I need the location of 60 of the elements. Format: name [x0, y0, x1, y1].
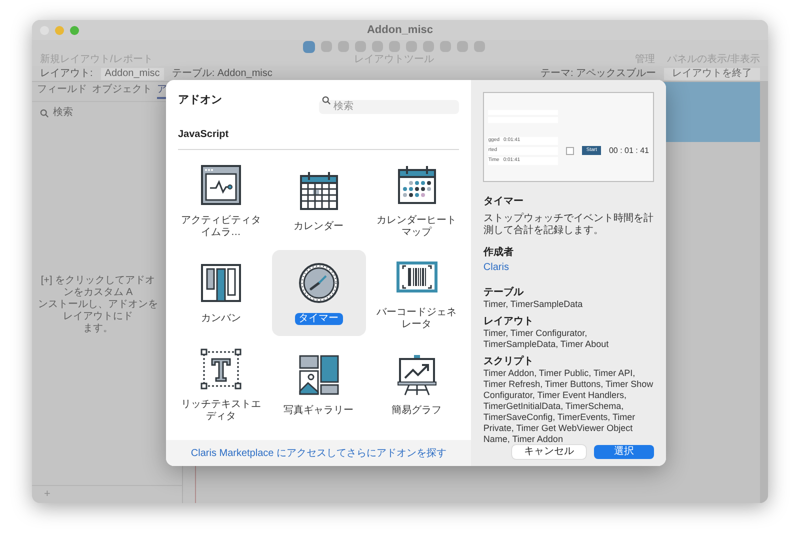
minimize-button[interactable]: [55, 26, 64, 34]
detail-heading: スクリプト: [483, 356, 534, 368]
tool-icon[interactable]: [406, 41, 417, 52]
activity-window-icon: [198, 162, 243, 206]
addon-label: カレンダーヒートマップ: [376, 214, 458, 238]
detail-text: Timer, Timer Configurator, TimerSampleData, Timer About: [483, 328, 610, 350]
addon-label: バーコードジェネレータ: [376, 306, 458, 330]
table-label: テーブル: Addon_misc: [172, 68, 272, 78]
theme-label: テーマ: アペックスブルー: [540, 68, 656, 78]
detail-heading: テーブル: [483, 287, 525, 299]
addon-label: リッチテキストエディタ: [180, 398, 262, 422]
sidebar-hint-text: ます。: [82, 322, 114, 334]
sidebar-tab[interactable]: フィールド: [37, 84, 87, 98]
detail-text: Timer, TimerSampleData: [483, 299, 584, 310]
tool-icon[interactable]: [440, 41, 451, 52]
addon-label: 写真ギャラリー: [282, 404, 355, 416]
author-link[interactable]: Claris: [483, 260, 654, 275]
exit-layout-button[interactable]: レイアウトを終了: [664, 68, 760, 80]
window-title: Addon_misc: [367, 22, 433, 38]
tool-icon[interactable]: [457, 41, 468, 52]
marketplace-link[interactable]: Claris Marketplace にアクセスしてさらにアドオンを探す: [190, 446, 446, 460]
addon-search-field[interactable]: 検索: [319, 100, 460, 114]
addon-label: タイマー: [294, 312, 343, 324]
tool-icon[interactable]: [338, 41, 349, 52]
sidebar-hint-text: [+] をクリックしてアドオンをカスタム A: [40, 274, 156, 298]
select-button[interactable]: 選択: [594, 445, 654, 459]
photo-gallery-icon: [296, 352, 341, 396]
tool-icon[interactable]: [372, 41, 383, 52]
tool-icon[interactable]: [355, 41, 366, 52]
section-heading: JavaScript: [178, 128, 229, 140]
easel-chart-icon: [394, 352, 438, 396]
tool-icon[interactable]: [389, 41, 400, 52]
search-icon: [322, 96, 332, 106]
addon-name: タイマー: [483, 195, 524, 209]
detail-text: Timer Addon, Timer Public, Timer API, Timer Refresh, Timer Buttons, Timer Show Configurator, Timer Event Handlers, TimerGetInitialData, TimerSchema, TimerSaveConfig, TimerEvents, Timer Private, Timer Get WebViewer Object Name, Timer Addon: [483, 368, 654, 445]
addon-label: 簡易グラフ: [390, 404, 442, 416]
tool-icon[interactable]: [474, 41, 485, 52]
preview-reset-icon: [566, 146, 574, 154]
text-frame-icon: [198, 346, 243, 390]
layout-label: レイアウト:: [40, 68, 93, 78]
zoom-button[interactable]: [70, 26, 79, 34]
author-heading: 作成者: [483, 246, 514, 260]
sidebar-search-placeholder[interactable]: 検索: [53, 108, 73, 118]
addon-description: ストップウォッチでイベント時間を計測して合計を記録します。: [483, 213, 654, 237]
addon-label: カレンダー: [292, 220, 345, 232]
search-icon: [40, 108, 49, 118]
layout-dropdown[interactable]: Addon_misc: [100, 68, 164, 80]
preview-clock: 00 : 01 : 41: [608, 144, 649, 156]
sidebar-tab[interactable]: オブジェクト: [92, 84, 152, 98]
dialog-title: アドオン: [178, 93, 222, 108]
cancel-button[interactable]: キャンセル: [512, 445, 586, 459]
addon-label: カンバン: [200, 312, 242, 324]
addon-label: アクティビティタイムラ…: [180, 214, 262, 238]
pointer-tool-icon[interactable]: [303, 41, 315, 53]
tool-icon[interactable]: [423, 41, 434, 52]
sidebar-hint-text: ンストールし、アドオンをレイアウトにド: [37, 298, 159, 322]
tool-icon[interactable]: [321, 41, 332, 52]
stopwatch-icon: [296, 260, 341, 304]
detail-heading: レイアウト: [483, 316, 534, 328]
addon-tile[interactable]: タイマー: [272, 250, 366, 336]
